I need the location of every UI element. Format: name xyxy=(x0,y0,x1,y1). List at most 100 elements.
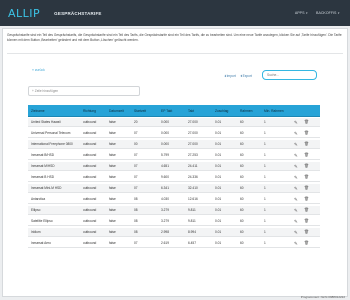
table-cell: 08 xyxy=(134,219,138,223)
table-cell: 20 xyxy=(134,120,138,124)
trash-icon[interactable]: 🗑 xyxy=(304,196,309,203)
table-cell: 6.341 xyxy=(161,186,169,190)
table-row[interactable]: International Freephone 0800 outbound fals… xyxy=(28,140,320,149)
table-row[interactable]: Iridium outbound false 08 2.998 8.994 0.01 60 1 ✎… xyxy=(28,228,320,237)
column-header-rahmen[interactable]: Rahmen xyxy=(240,105,252,117)
table-cell: 5.799 xyxy=(161,153,169,157)
app-logo[interactable]: ALLIP xyxy=(8,7,40,20)
table-row[interactable]: Satellite Ellipso outbound false 08 3.279 9.8… xyxy=(28,217,320,226)
pencil-icon[interactable]: ✎ xyxy=(294,240,298,247)
table-cell: false xyxy=(109,230,116,234)
import-link[interactable]: ⬇Import xyxy=(224,74,236,78)
table-cell: outbound xyxy=(83,164,97,168)
table-cell: 60 xyxy=(240,208,244,212)
table-row[interactable]: Inmarsat Aero outbound false 07 2.619 6.457 0.… xyxy=(28,239,320,248)
table-cell: 0.000 xyxy=(161,120,169,124)
table-cell: 1 xyxy=(264,208,266,212)
trash-icon[interactable]: 🗑 xyxy=(304,130,309,137)
table-cell: 60 xyxy=(240,197,244,201)
table-row[interactable]: Ellipso outbound false 08 3.279 9.811 0.01 60 1 ✎… xyxy=(28,206,320,215)
table-cell: 60 xyxy=(240,120,244,124)
column-header-zuschlag[interactable]: Zuschlag xyxy=(215,105,228,117)
column-header-min-rahmen[interactable]: Min. Rahmen xyxy=(264,105,284,117)
column-header-richtung[interactable]: Richtung xyxy=(83,105,96,117)
pencil-icon[interactable]: ✎ xyxy=(294,152,298,159)
table-cell: 0.01 xyxy=(215,241,222,245)
top-navigation-bar: ALLIP GESPRÄCHSTARIFE APPS ▼ BACKOFFIS ▼ xyxy=(0,0,350,26)
table-row[interactable]: Inmarsat M/HSD outbound false 07 4.651 24.411… xyxy=(28,162,320,171)
trash-icon[interactable]: 🗑 xyxy=(304,163,309,170)
table-cell: 0.01 xyxy=(215,120,222,124)
table-cell: 07 xyxy=(134,241,138,245)
trash-icon[interactable]: 🗑 xyxy=(304,218,309,225)
search-input[interactable] xyxy=(262,70,317,80)
table-cell: 9.811 xyxy=(188,208,196,212)
back-link[interactable]: « zurück xyxy=(32,68,45,72)
nav-item-backoffice[interactable]: BACKOFFIS ▼ xyxy=(316,11,340,15)
table-cell: 1 xyxy=(264,241,266,245)
table-cell: Inmarsat Mini-M HSD xyxy=(31,186,62,190)
pencil-icon[interactable]: ✎ xyxy=(294,130,298,137)
table-cell: outbound xyxy=(83,120,97,124)
table-cell: Iridium xyxy=(31,230,41,234)
table-row[interactable]: Universal Personal Telecom outbound false 0… xyxy=(28,129,320,138)
trash-icon[interactable]: 🗑 xyxy=(304,185,309,192)
trash-icon[interactable]: 🗑 xyxy=(304,119,309,126)
pencil-icon[interactable]: ✎ xyxy=(294,141,298,148)
trash-icon[interactable]: 🗑 xyxy=(304,229,309,236)
table-cell: 9.811 xyxy=(188,219,196,223)
trash-icon[interactable]: 🗑 xyxy=(304,174,309,181)
table-row[interactable]: Antarctica outbound false 08 4.030 12.616 0.01… xyxy=(28,195,320,204)
table-header: Zielname Richtung Datumzeit Startzeit EP… xyxy=(28,105,320,117)
pencil-icon[interactable]: ✎ xyxy=(294,119,298,126)
trash-icon[interactable]: 🗑 xyxy=(304,207,309,214)
trash-icon[interactable]: 🗑 xyxy=(304,240,309,247)
export-link[interactable]: ⬆Export xyxy=(240,74,252,78)
column-header-zielname[interactable]: Zielname xyxy=(31,105,45,117)
table-cell: 0.01 xyxy=(215,164,222,168)
table-cell: 27.000 xyxy=(188,120,198,124)
table-cell: false xyxy=(109,175,116,179)
table-cell: 0.01 xyxy=(215,230,222,234)
table-cell: 0.01 xyxy=(215,142,222,146)
table-cell: 27.000 xyxy=(188,131,198,135)
pencil-icon[interactable]: ✎ xyxy=(294,218,298,225)
table-cell: 08 xyxy=(134,230,138,234)
trash-icon[interactable]: 🗑 xyxy=(304,141,309,148)
table-cell: 1 xyxy=(264,186,266,190)
divider xyxy=(7,53,343,54)
column-header-startzeit[interactable]: Startzeit xyxy=(134,105,146,117)
table-cell: false xyxy=(109,131,116,135)
pencil-icon[interactable]: ✎ xyxy=(294,185,298,192)
pencil-icon[interactable]: ✎ xyxy=(294,174,298,181)
pencil-icon[interactable]: ✎ xyxy=(294,196,298,203)
table-cell: 0.01 xyxy=(215,131,222,135)
column-header-datumzeit[interactable]: Datumzeit xyxy=(109,105,124,117)
table-cell: 2.998 xyxy=(161,230,169,234)
pencil-icon[interactable]: ✎ xyxy=(294,229,298,236)
table-cell: 07 xyxy=(134,131,138,135)
pencil-icon[interactable]: ✎ xyxy=(294,207,298,214)
table-cell: false xyxy=(109,164,116,168)
column-header-ep-takt[interactable]: EP Takt xyxy=(161,105,172,117)
pencil-icon[interactable]: ✎ xyxy=(294,163,298,170)
column-header-takt[interactable]: Takt xyxy=(188,105,194,117)
nav-item-apps[interactable]: APPS ▼ xyxy=(295,11,308,15)
table-cell: 1 xyxy=(264,131,266,135)
table-row[interactable]: Inmarsat B HSD outbound false 07 9.600 24.336… xyxy=(28,173,320,182)
trash-icon[interactable]: 🗑 xyxy=(304,152,309,159)
table-cell: 1 xyxy=(264,230,266,234)
top-nav-menu: APPS ▼ BACKOFFIS ▼ xyxy=(295,0,340,26)
table-cell: 60 xyxy=(240,164,244,168)
add-row-field[interactable]: + Zeile hinzufügen xyxy=(28,86,140,96)
table-cell: 1 xyxy=(264,197,266,201)
table-row[interactable]: United States Hawaii outbound false 20 0.000… xyxy=(28,118,320,127)
table-cell: 07 xyxy=(134,164,138,168)
table-cell: 24.411 xyxy=(188,164,198,168)
chevron-down-icon: ▼ xyxy=(337,11,340,15)
table-row[interactable]: Inmarsat B/HSD outbound false 07 5.799 27.253… xyxy=(28,151,320,160)
table-cell: 3.279 xyxy=(161,219,169,223)
table-row[interactable]: Inmarsat Mini-M HSD outbound false 07 6.341 3… xyxy=(28,184,320,193)
table-cell: 1 xyxy=(264,142,266,146)
table-cell: 60 xyxy=(240,219,244,223)
